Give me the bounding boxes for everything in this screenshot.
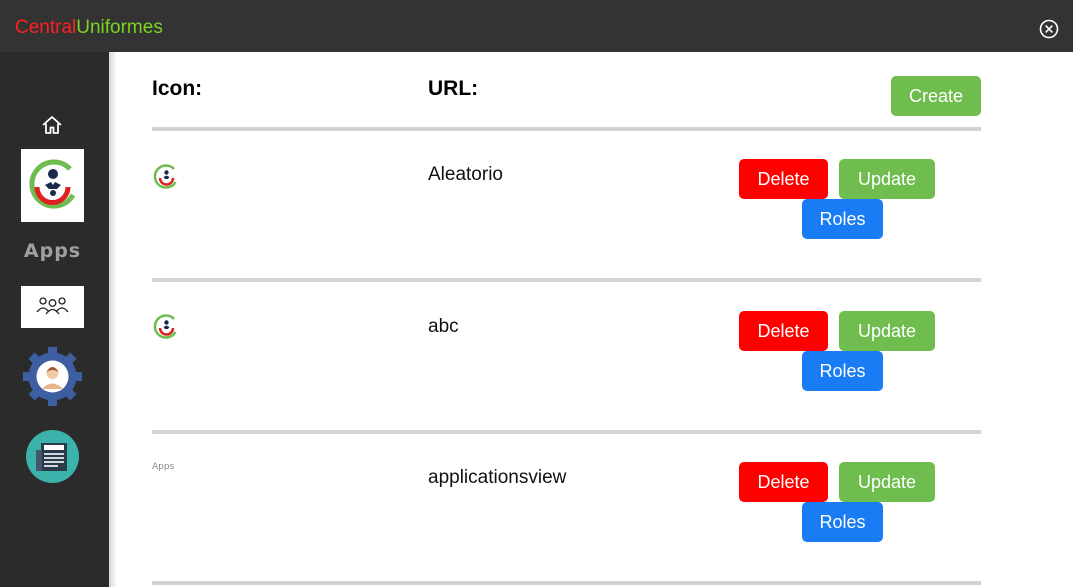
news-icon <box>26 430 79 483</box>
delete-button[interactable]: Delete <box>739 462 828 502</box>
apps-logo[interactable]: Apps <box>21 240 84 266</box>
row-divider <box>152 430 981 434</box>
brand-part-uniformes: Uniformes <box>76 17 163 38</box>
row-icon-apps: Apps <box>152 462 175 472</box>
header-divider <box>152 127 981 131</box>
row-url: abc <box>428 316 459 337</box>
create-button[interactable]: Create <box>891 76 981 116</box>
header-url-label: URL: <box>428 77 479 100</box>
row-icon-logo <box>153 164 177 189</box>
roles-button[interactable]: Roles <box>802 502 883 542</box>
content-shadow <box>109 52 117 587</box>
delete-button[interactable]: Delete <box>739 311 828 351</box>
users-group-icon <box>36 297 69 315</box>
row-divider <box>152 581 981 585</box>
home-icon[interactable] <box>41 114 63 136</box>
close-circle-icon[interactable] <box>1038 18 1060 40</box>
user-gear-icon <box>23 347 82 406</box>
update-button[interactable]: Update <box>839 311 935 351</box>
brand-part-central: Central <box>15 17 77 38</box>
delete-button[interactable]: Delete <box>739 159 828 199</box>
row-divider <box>152 278 981 282</box>
users-group-button[interactable] <box>21 286 84 328</box>
update-button[interactable]: Update <box>839 159 935 199</box>
sidebar: Apps <box>0 52 109 587</box>
user-gear-button[interactable] <box>22 346 83 407</box>
roles-button[interactable]: Roles <box>802 351 883 391</box>
row-url: Aleatorio <box>428 164 503 185</box>
news-button[interactable] <box>26 430 79 483</box>
row-icon-logo <box>153 314 177 339</box>
roles-button[interactable]: Roles <box>802 199 883 239</box>
logo-graphic <box>29 159 76 209</box>
brand-title: CentralUniformes <box>15 17 163 39</box>
central-uniformes-logo[interactable] <box>21 149 84 222</box>
row-url: applicationsview <box>428 467 567 488</box>
update-button[interactable]: Update <box>839 462 935 502</box>
title-bar: CentralUniformes <box>0 0 1073 52</box>
header-icon-label: Icon: <box>152 77 203 100</box>
